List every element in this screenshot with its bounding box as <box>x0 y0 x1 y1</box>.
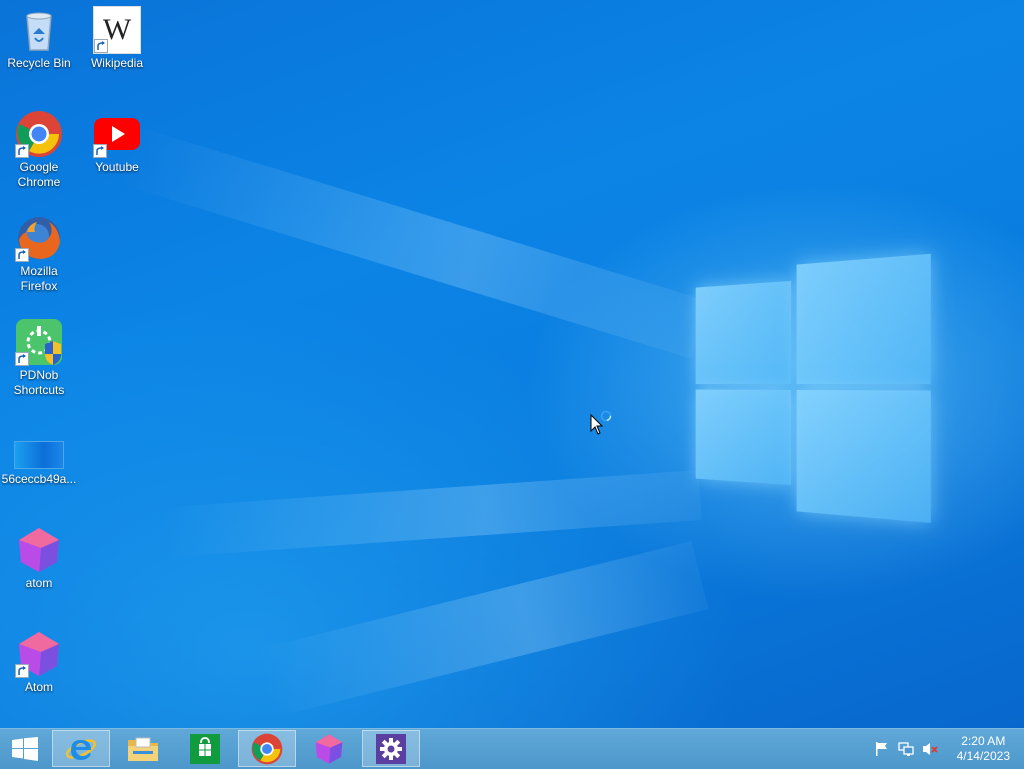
desktop-icon-wikipedia[interactable]: W Wikipedia <box>79 6 155 71</box>
clock-date: 4/14/2023 <box>956 749 1010 763</box>
store-icon <box>190 733 220 764</box>
desktop-icon-recycle-bin[interactable]: Recycle Bin <box>1 6 77 71</box>
taskbar-settings[interactable] <box>362 730 420 767</box>
atom-icon <box>15 630 63 678</box>
taskbar-google-chrome[interactable] <box>238 730 296 767</box>
action-center-flag-icon[interactable] <box>874 741 890 757</box>
file-explorer-icon <box>128 737 158 761</box>
desktop-icon-label: atom <box>25 576 53 590</box>
desktop-icon-label: 56ceccb49a... <box>1 472 77 486</box>
gear-icon <box>376 733 406 764</box>
desktop-icon-atom-file[interactable]: atom <box>1 526 77 591</box>
desktop-icon-image-file[interactable]: 56ceccb49a... <box>1 422 77 487</box>
desktop-background[interactable]: Recycle Bin W Wikipedia Google Chrome Yo… <box>0 0 1024 728</box>
firefox-icon <box>15 214 63 262</box>
recycle-bin-icon <box>15 6 63 54</box>
taskbar-file-explorer[interactable] <box>114 730 172 767</box>
desktop-icon-youtube[interactable]: Youtube <box>79 110 155 175</box>
shortcut-arrow-icon <box>15 248 29 262</box>
system-clock[interactable]: 2:20 AM 4/14/2023 <box>957 734 1010 764</box>
mouse-cursor-busy-icon <box>590 410 614 436</box>
light-beam <box>159 470 702 558</box>
desktop-icon-atom-shortcut[interactable]: Atom <box>1 630 77 695</box>
desktop-icon-pdnob-shortcuts[interactable]: PDNob Shortcuts <box>1 318 77 398</box>
desktop-icon-label: PDNob Shortcuts <box>13 368 65 397</box>
shortcut-arrow-icon <box>15 352 29 366</box>
taskbar-atom[interactable] <box>300 730 358 767</box>
image-file-icon <box>15 422 63 470</box>
windows-start-icon <box>12 736 38 761</box>
atom-icon <box>315 733 343 764</box>
taskbar: 2:20 AM 4/14/2023 <box>0 728 1024 769</box>
desktop-icon-label: Google Chrome <box>17 160 61 189</box>
shortcut-arrow-icon <box>15 664 29 678</box>
taskbar-store[interactable] <box>176 730 234 767</box>
windows-wallpaper-logo <box>695 245 931 523</box>
shortcut-arrow-icon <box>94 39 108 53</box>
chrome-icon <box>251 733 283 764</box>
pdnob-icon <box>15 318 63 366</box>
network-icon[interactable] <box>898 741 914 757</box>
volume-muted-icon[interactable] <box>922 741 938 757</box>
desktop-icon-label: Mozilla Firefox <box>20 264 58 293</box>
youtube-icon <box>93 110 141 158</box>
light-beam <box>254 541 709 718</box>
desktop-icon-google-chrome[interactable]: Google Chrome <box>1 110 77 190</box>
chrome-icon <box>15 110 63 158</box>
desktop-icon-mozilla-firefox[interactable]: Mozilla Firefox <box>1 214 77 294</box>
desktop-icon-label: Youtube <box>95 160 139 174</box>
atom-icon <box>15 526 63 574</box>
shortcut-arrow-icon <box>15 144 29 158</box>
desktop-icon-label: Recycle Bin <box>7 56 71 70</box>
taskbar-internet-explorer[interactable] <box>52 730 110 767</box>
internet-explorer-icon <box>65 738 97 760</box>
clock-time: 2:20 AM <box>961 734 1006 748</box>
wikipedia-icon: W <box>93 6 141 54</box>
shortcut-arrow-icon <box>93 144 107 158</box>
start-button[interactable] <box>0 730 50 767</box>
light-beam <box>117 125 709 359</box>
desktop-icon-label: Wikipedia <box>90 56 144 70</box>
desktop-icon-label: Atom <box>24 680 53 694</box>
